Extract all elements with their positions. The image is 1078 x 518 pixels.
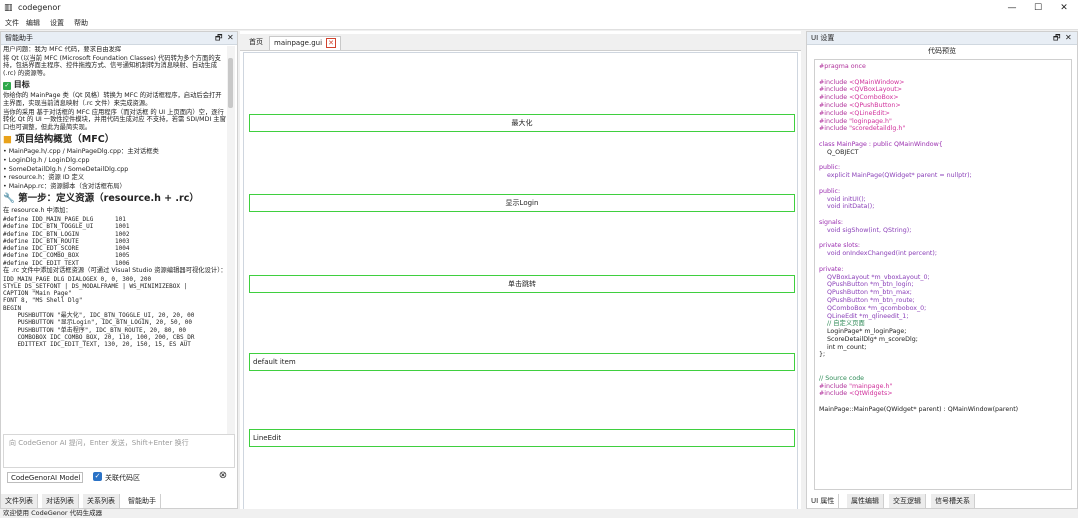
- widget-route-button[interactable]: 单击跳转: [249, 275, 795, 293]
- widget-login-button[interactable]: 显示Login: [249, 194, 795, 212]
- list-item: • resource.h：资源 ID 定义: [3, 174, 85, 182]
- ui-dock-title: UI 设置: [811, 34, 835, 42]
- model-select[interactable]: CodeGenorAI Model: [7, 472, 83, 483]
- list-item: • MainApp.rc：资源脚本（含对话框布局）: [3, 182, 126, 190]
- send-icon[interactable]: ⊗: [217, 470, 229, 482]
- menu-help[interactable]: 帮助: [74, 18, 88, 29]
- ui-settings-dock: UI 设置 🗗 ✕ 代码预览 #pragma once #include <QM…: [806, 31, 1078, 509]
- editor-area: 首页 mainpage.gui ✕ 最大化 显示Login 单击跳转 defaul…: [240, 31, 801, 518]
- design-canvas[interactable]: 最大化 显示Login 单击跳转 default item LineEdit: [243, 52, 798, 516]
- tab-mainpage-label: mainpage.gui: [274, 39, 323, 47]
- dock-float-icon[interactable]: 🗗: [215, 32, 223, 44]
- assistant-dock-title: 智能助手: [5, 34, 33, 42]
- section-heading: 🔧 第一步：定义资源（resource.h + .rc）: [3, 193, 199, 205]
- close-button[interactable]: ✕: [1052, 1, 1076, 15]
- context-label: 关联代码区: [105, 474, 140, 482]
- check-icon: ✓: [3, 82, 11, 91]
- list-item: • LoginDlg.h / LoginDlg.cpp: [3, 156, 90, 164]
- app-icon: ▥: [4, 3, 13, 13]
- assistant-dock-header: 智能助手 🗗 ✕: [1, 32, 237, 45]
- tab-ui-properties[interactable]: UI 属性: [807, 494, 840, 508]
- tab-file-list[interactable]: 文件列表: [1, 494, 38, 508]
- code-preview-label: 代码预览: [928, 47, 956, 55]
- wrench-icon: 🔧: [3, 193, 15, 205]
- maximize-button[interactable]: ☐: [1026, 1, 1050, 15]
- tab-close-icon[interactable]: ✕: [326, 38, 337, 48]
- code-block: #define IDD_MAIN_PAGE_DLG 101 #define ID…: [3, 215, 130, 267]
- status-bar: 欢迎使用 CodeGenor 代码生成器: [0, 509, 1078, 518]
- tab-relation-list[interactable]: 关系列表: [83, 494, 120, 508]
- chat-scrollbar[interactable]: [227, 46, 235, 438]
- section-heading: ■ 项目结构概览（MFC）: [3, 134, 115, 146]
- context-checkbox[interactable]: ✓: [93, 472, 102, 481]
- list-item: • MainPage.h/.cpp / MainPageDlg.cpp：主对话框…: [3, 148, 159, 156]
- menu-settings[interactable]: 设置: [50, 18, 64, 29]
- widget-max-button[interactable]: 最大化: [249, 114, 795, 132]
- tab-home[interactable]: 首页: [245, 36, 267, 49]
- code-block: IDD_MAIN_PAGE DLG DIALOGEX 0, 0, 300, 20…: [3, 275, 195, 349]
- folder-icon: ■: [3, 134, 12, 146]
- chat-text: 在 .rc 文件中添加对话框资源（可通过 Visual Studio 资源编辑器…: [3, 266, 227, 274]
- editor-tab-bar: 首页 mainpage.gui ✕: [240, 34, 801, 51]
- menu-bar: 文件 编辑 设置 帮助: [0, 18, 1078, 30]
- chat-text: 你给你的 MainPage 类（Qt 风格）转换为 MFC 的对话框程序，启动后…: [3, 92, 222, 107]
- menu-edit[interactable]: 编辑: [26, 18, 40, 29]
- chat-history: 用户问题：我为 MFC 代码，要求自由发挥 将 Qt (以当前 MFC (Mic…: [3, 46, 227, 436]
- list-item: • SomeDetailDlg.h / SomeDetailDlg.cpp: [3, 165, 129, 173]
- chat-text: 用户问题：我为 MFC 代码，要求自由发挥: [3, 46, 122, 53]
- widget-combobox[interactable]: default item: [249, 353, 795, 371]
- chat-text: 在 resource.h 中添加：: [3, 207, 72, 215]
- tab-assistant[interactable]: 智能助手: [124, 494, 161, 508]
- chat-input-placeholder: 向 CodeGenor AI 提问，Enter 发送，Shift+Enter 换…: [9, 439, 189, 447]
- chat-text: 当你的采用 基于对话框的 MFC 应用程序（而对话框 的 UI 上页面内）空，逐…: [3, 108, 226, 131]
- goal-heading: ✓ 目标: [3, 80, 30, 91]
- tab-dialog-list[interactable]: 对话列表: [42, 494, 79, 508]
- status-text: 欢迎使用 CodeGenor 代码生成器: [3, 509, 103, 517]
- tab-signal-slot[interactable]: 信号槽关系: [931, 494, 975, 508]
- window-title: codegenor: [18, 3, 61, 12]
- tab-interaction-logic[interactable]: 交互逻辑: [889, 494, 926, 508]
- code-text: #pragma once #include <QMainWindow> #inc…: [819, 63, 1019, 414]
- title-bar: ▥ codegenor — ☐ ✕: [0, 0, 1078, 18]
- assistant-dock: 智能助手 🗗 ✕ 用户问题：我为 MFC 代码，要求自由发挥 将 Qt (以当前…: [0, 31, 238, 509]
- dock-close-icon[interactable]: ✕: [1065, 32, 1072, 44]
- dock-float-icon[interactable]: 🗗: [1053, 32, 1061, 44]
- code-preview[interactable]: #pragma once #include <QMainWindow> #inc…: [814, 59, 1072, 490]
- menu-file[interactable]: 文件: [5, 18, 19, 29]
- chat-text: 将 Qt (以当前 MFC (Microsoft Foundation Clas…: [3, 54, 221, 77]
- chat-scroll-thumb[interactable]: [228, 58, 233, 108]
- minimize-button[interactable]: —: [1000, 1, 1024, 15]
- tab-mainpage[interactable]: mainpage.gui ✕: [269, 36, 342, 50]
- tab-property-editor[interactable]: 属性编辑: [847, 494, 884, 508]
- widget-lineedit[interactable]: LineEdit: [249, 429, 795, 447]
- dock-close-icon[interactable]: ✕: [227, 32, 234, 44]
- ui-dock-header: UI 设置 🗗 ✕: [807, 32, 1077, 45]
- chat-input[interactable]: 向 CodeGenor AI 提问，Enter 发送，Shift+Enter 换…: [3, 434, 235, 468]
